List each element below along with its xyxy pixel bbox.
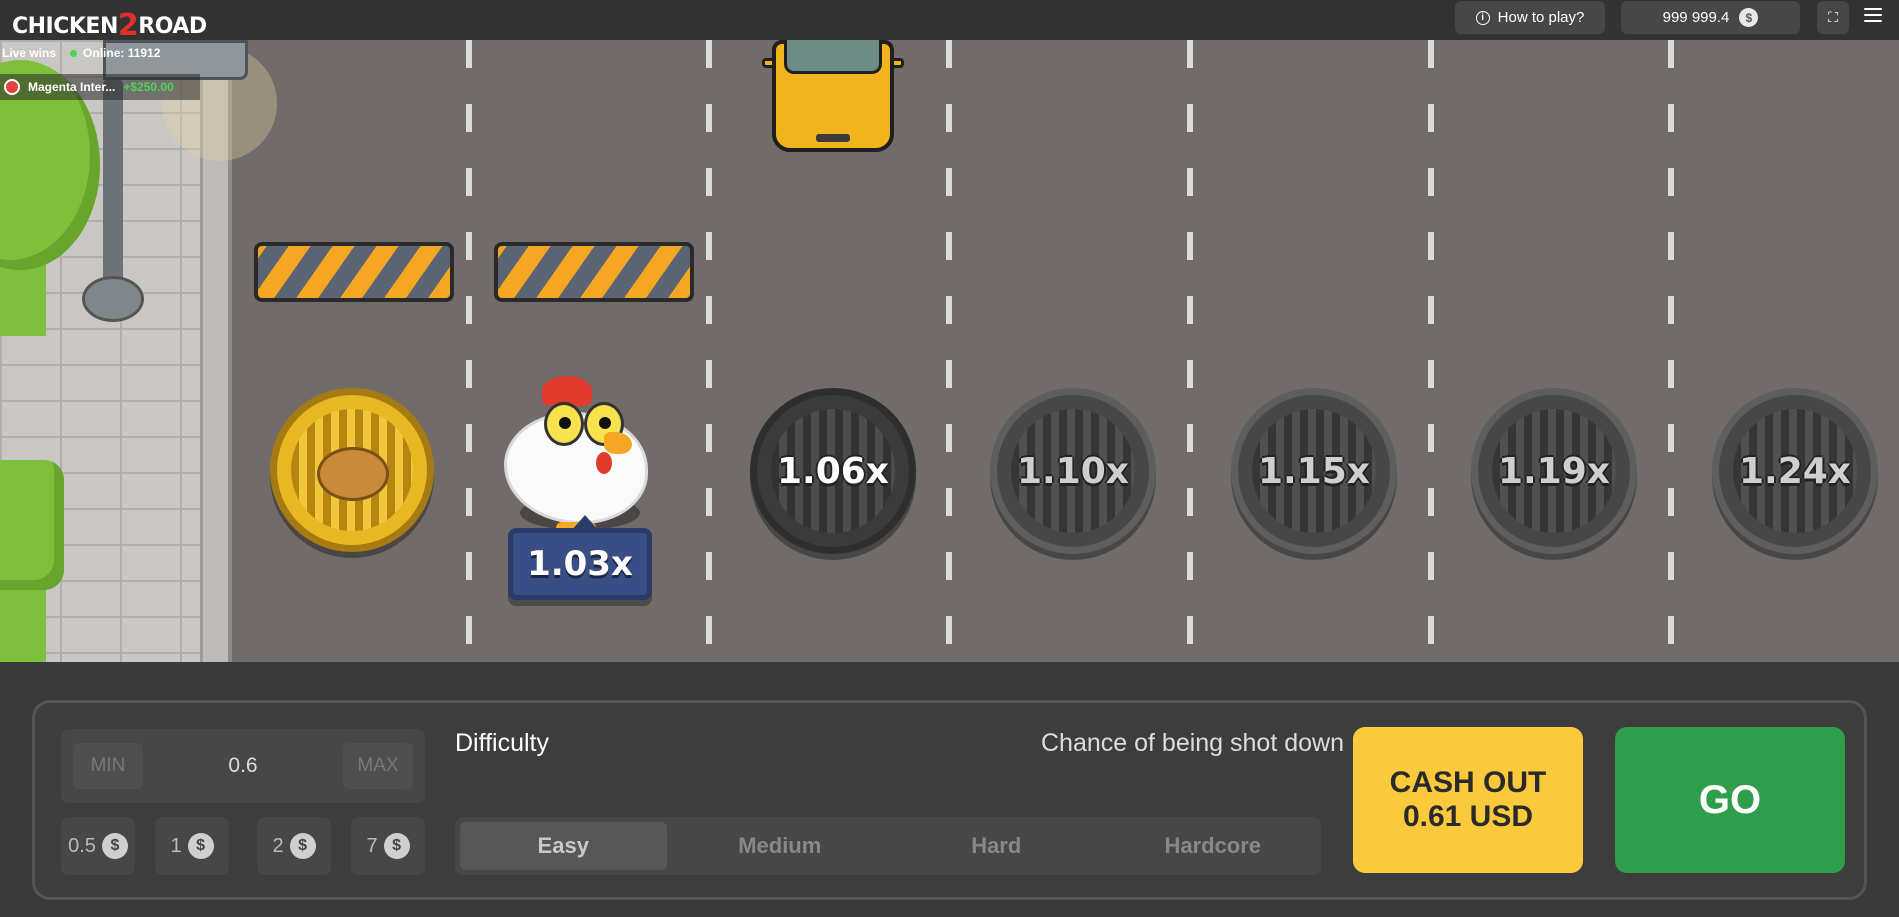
step-multiplier: 1.10x: [1016, 450, 1130, 492]
quick-bet-value: 0.5: [68, 834, 96, 857]
how-to-play-button[interactable]: i How to play?: [1455, 1, 1605, 34]
step-multiplier: 1.24x: [1738, 450, 1852, 492]
lane-divider: [1428, 40, 1434, 662]
quick-bet-button[interactable]: 0.5 $: [61, 817, 135, 875]
difficulty-selector: Easy Medium Hard Hardcore: [455, 817, 1321, 875]
quick-bet-value: 7: [366, 834, 378, 857]
go-button[interactable]: GO: [1615, 727, 1845, 873]
difficulty-label: Difficulty: [455, 729, 550, 757]
win-amount: +$250.00: [123, 80, 174, 94]
live-wins-label: Live wins: [2, 46, 57, 60]
bet-amount-field: MIN 0.6 MAX: [61, 729, 425, 803]
quick-bet-button[interactable]: 7 $: [351, 817, 425, 875]
manhole-step[interactable]: 1.10x: [990, 388, 1156, 554]
lane-divider: [1668, 40, 1674, 662]
live-win-entry: Magenta Inter... +$250.00: [0, 74, 200, 100]
manhole-step[interactable]: 1.06x: [750, 388, 916, 554]
dollar-coin-icon: $: [101, 833, 128, 859]
car: [762, 40, 904, 156]
live-wins-feed: Live wins Online: 11912 Magenta Inter...…: [0, 40, 240, 102]
roast-chicken-icon: [317, 447, 389, 501]
lamp-base: [82, 276, 144, 322]
control-panel: MIN 0.6 MAX 0.5 $ 1 $ 2 $ 7 $ Difficulty Cha…: [32, 700, 1867, 900]
balance-value: 999 999.4: [1662, 9, 1730, 26]
quick-bet-value: 2: [272, 834, 284, 857]
min-bet-button[interactable]: MIN: [73, 743, 143, 789]
cash-out-amount: 0.61 USD: [1402, 800, 1534, 833]
lane-divider: [946, 40, 952, 662]
manhole-step[interactable]: 1.24x: [1712, 388, 1878, 554]
manhole-step[interactable]: 1.15x: [1231, 388, 1397, 554]
info-icon: i: [1475, 10, 1490, 25]
bush: [0, 460, 64, 590]
hamburger-menu-icon[interactable]: [1864, 8, 1882, 24]
cash-out-label: CASH OUT: [1389, 765, 1547, 799]
road-barrier: [486, 226, 694, 326]
difficulty-tab-hard[interactable]: Hard: [893, 822, 1100, 870]
game-logo: CHICKEN2ROAD: [12, 8, 207, 43]
top-bar: CHICKEN2ROAD i How to play? 999 999.4 $ …: [0, 0, 1899, 43]
online-status-icon: [70, 50, 78, 57]
difficulty-tab-medium[interactable]: Medium: [677, 822, 884, 870]
step-multiplier: 1.19x: [1497, 450, 1611, 492]
player-avatar: [4, 79, 20, 95]
step-multiplier: 1.15x: [1257, 450, 1371, 492]
step-multiplier: 1.06x: [776, 450, 890, 492]
current-multiplier-value: 1.03x: [527, 544, 633, 584]
current-multiplier-badge: 1.03x: [508, 515, 652, 600]
quick-bet-button[interactable]: 2 $: [257, 817, 331, 875]
cash-out-button[interactable]: CASH OUT 0.61 USD: [1353, 727, 1583, 873]
lane-divider: [1187, 40, 1193, 662]
lane-divider: [706, 40, 712, 662]
difficulty-tab-easy[interactable]: Easy: [460, 822, 667, 870]
bet-amount-input[interactable]: 0.6: [228, 754, 257, 778]
dollar-coin-icon: $: [187, 833, 214, 859]
max-bet-button[interactable]: MAX: [342, 743, 413, 789]
online-count: Online: 11912: [83, 46, 161, 60]
how-to-play-label: How to play?: [1497, 9, 1585, 26]
cooked-chicken-coin-icon: [270, 388, 434, 552]
balance-display: 999 999.4 $: [1621, 1, 1800, 34]
chance-label: Chance of being shot down: [1041, 729, 1344, 757]
dollar-coin-icon: $: [289, 833, 316, 859]
quick-bet-value: 1: [170, 834, 182, 857]
dollar-coin-icon: $: [1739, 8, 1759, 27]
lane-divider: [466, 40, 472, 662]
player-name: Magenta Inter...: [28, 80, 116, 94]
quick-bet-button[interactable]: 1 $: [155, 817, 229, 875]
road-barrier: [246, 226, 454, 326]
dollar-coin-icon: $: [383, 833, 410, 859]
grass-patch: [0, 580, 46, 662]
manhole-step[interactable]: 1.19x: [1471, 388, 1637, 554]
game-scene: 1.03x 1.06x 1.10x 1.15x 1.19x 1.24x: [0, 40, 1899, 662]
difficulty-tab-hardcore[interactable]: Hardcore: [1110, 822, 1317, 870]
fullscreen-icon[interactable]: ⛶: [1817, 1, 1849, 34]
